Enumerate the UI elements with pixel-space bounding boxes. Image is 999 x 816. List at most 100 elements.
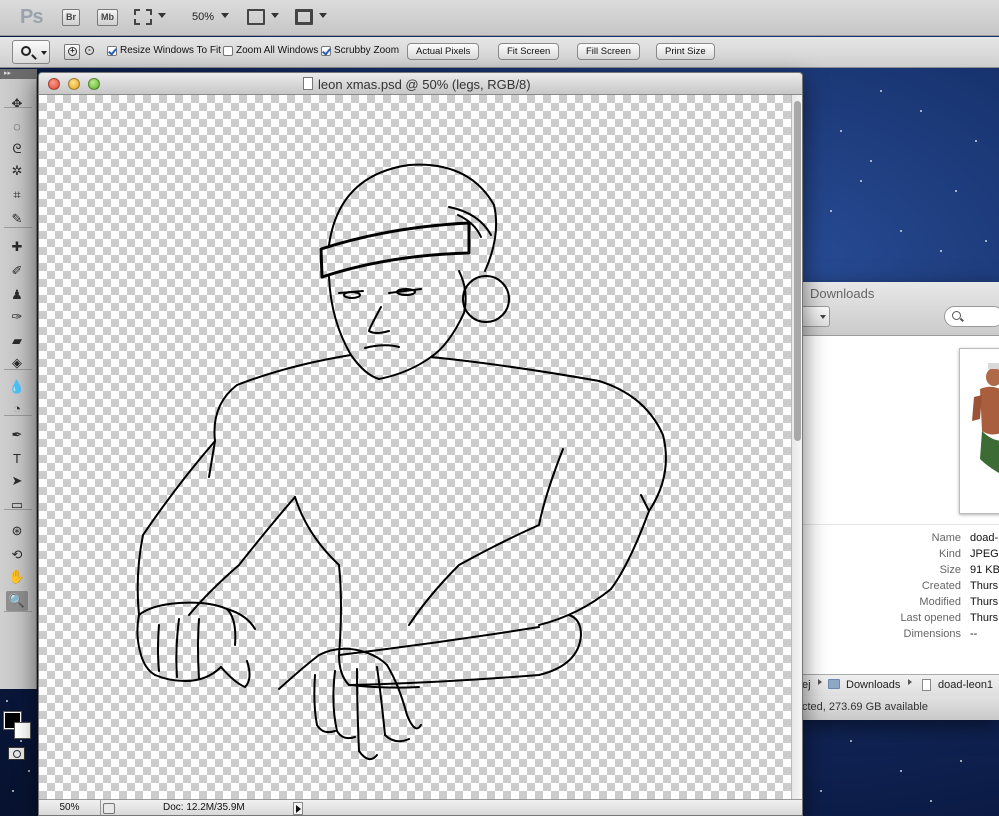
document-window: leon xmas.psd @ 50% (legs, RGB/8) 50% Do… [38,72,803,816]
info-row-created: Created Thurs [800,580,999,596]
zoom-in-icon: + [68,47,77,56]
fill-screen-button[interactable]: Fill Screen [577,43,640,60]
hand-tool-icon[interactable]: ✋ [6,567,28,587]
zoom-out-button[interactable]: - [82,44,98,60]
zoom-all-windows-checkbox[interactable]: Zoom All Windows [223,45,318,56]
zoom-level-select[interactable]: 50% [192,11,214,23]
document-canvas[interactable] [39,95,791,799]
zoom-level-dropdown-icon[interactable] [221,13,229,18]
background-color-swatch[interactable] [14,722,31,739]
resize-windows-checkbox[interactable]: Resize Windows To Fit [107,45,221,56]
info-row-size: Size 91 KB [800,564,999,580]
type-tool-icon[interactable]: T [6,449,28,469]
finder-search-input[interactable] [944,306,999,327]
path-separator-icon [908,679,912,685]
document-title-bar[interactable]: leon xmas.psd @ 50% (legs, RGB/8) [39,73,802,95]
checkbox-checked-icon [321,45,331,56]
view-options-button[interactable] [800,306,830,327]
zoom-options-bar: + - Resize Windows To Fit Zoom All Windo… [0,37,999,68]
launch-mini-bridge-button[interactable]: Mb [97,9,118,26]
finder-title: Downloads [810,286,875,301]
finder-path-bar: ej Downloads doad-leon1 [800,674,999,696]
history-brush-tool-icon[interactable]: ✑ [6,307,28,327]
arrange-documents-dropdown-icon[interactable] [271,13,279,18]
info-label: Name [931,532,961,544]
info-label: Last opened [900,612,961,624]
tool-separator [4,107,32,108]
finder-toolbar: Downloads [800,282,999,336]
status-menu-arrow-icon[interactable] [293,802,303,815]
path-prefix[interactable]: ej [802,679,811,691]
view-extras-dropdown-icon[interactable] [158,13,166,18]
document-status-bar: 50% Doc: 12.2M/35.9M [39,799,802,815]
screen-mode-dropdown-icon[interactable] [319,13,327,18]
folder-icon [828,679,840,689]
info-value: Thurs [970,612,999,624]
dodge-tool-icon[interactable]: ◔ [6,399,28,419]
view-extras-icon[interactable] [134,9,152,25]
tools-panel: ✥ ◌ ᘓ ✲ ⌗ ✎ ✚ ✐ ♟ ✑ ▰ ◈ 💧 ◔ ✒ T ➤ ▭ ⊛ ⟲ ✋ 🔍 [0,79,37,760]
zoom-tool-icon [21,46,31,56]
quick-mask-icon[interactable] [8,747,25,760]
tool-separator [4,227,32,228]
application-bar: Ps Br Mb 50% [0,0,999,36]
3d-rotate-tool-icon[interactable]: ⊛ [6,521,28,541]
close-window-button[interactable] [48,78,60,90]
zoom-tool-icon[interactable]: 🔍 [6,591,28,611]
path-select-tool-icon[interactable]: ➤ [6,471,28,491]
scrubby-zoom-label: Scrubby Zoom [334,45,400,56]
tool-separator [4,369,32,370]
chevron-down-icon [820,315,826,319]
preview-thumbnail [960,349,999,513]
scrollbar-thumb[interactable] [794,101,801,441]
info-value: -- [970,628,978,640]
search-icon [952,311,961,320]
lasso-tool-icon[interactable]: ᘓ [6,139,28,159]
brush-tool-icon[interactable]: ✐ [6,261,28,281]
resize-windows-label: Resize Windows To Fit [120,45,221,56]
quick-select-tool-icon[interactable]: ✲ [6,161,28,181]
info-label: Kind [938,548,961,560]
path-folder-downloads[interactable]: Downloads [846,679,900,691]
path-file[interactable]: doad-leon1 [938,679,993,691]
healing-brush-tool-icon[interactable]: ✚ [6,237,28,257]
paint-bucket-tool-icon[interactable]: ◈ [6,353,28,373]
path-separator-icon [818,679,822,685]
crop-tool-icon[interactable]: ⌗ [6,185,28,205]
finder-status-bar: cted, 273.69 GB available [800,696,999,720]
minimize-window-button[interactable] [68,78,80,90]
info-label: Created [921,580,961,592]
status-options-icon[interactable] [103,803,115,814]
eyedropper-tool-icon[interactable]: ✎ [6,209,28,229]
zoom-window-button[interactable] [88,78,100,90]
tool-preset-picker[interactable] [12,40,50,64]
move-tool-icon[interactable]: ✥ [6,94,28,114]
arrange-documents-icon[interactable] [247,9,265,25]
launch-bridge-button[interactable]: Br [62,9,81,26]
print-size-button[interactable]: Print Size [656,43,715,60]
finder-window: Downloads Name doad- Kind JPEG i Size 91 KB Cr… [800,282,999,720]
info-value: Thurs [970,580,999,592]
pen-tool-icon[interactable]: ✒ [6,425,28,445]
disk-space-status: cted, 273.69 GB available [802,701,928,713]
status-zoom-field[interactable]: 50% [39,800,101,815]
zoom-in-button[interactable]: + [64,44,80,60]
fit-screen-button[interactable]: Fit Screen [498,43,560,60]
blur-tool-icon[interactable]: 💧 [6,377,28,397]
info-row-dimensions: Dimensions -- [800,628,999,644]
screen-mode-icon[interactable] [295,9,313,25]
clone-stamp-tool-icon[interactable]: ♟ [6,285,28,305]
chevron-down-icon [41,51,47,55]
scrubby-zoom-checkbox[interactable]: Scrubby Zoom [321,45,399,56]
eraser-tool-icon[interactable]: ▰ [6,331,28,351]
checkbox-checked-icon [107,45,117,56]
3d-orbit-tool-icon[interactable]: ⟲ [6,545,28,565]
tool-separator [4,415,32,416]
marquee-tool-icon[interactable]: ◌ [6,117,28,137]
tools-panel-header[interactable]: ▸▸ [0,69,37,79]
info-value: doad- [970,532,999,544]
actual-pixels-button[interactable]: Actual Pixels [407,43,480,60]
info-label: Dimensions [903,628,961,640]
vertical-scrollbar[interactable] [791,95,802,799]
rectangle-tool-icon[interactable]: ▭ [6,495,28,515]
